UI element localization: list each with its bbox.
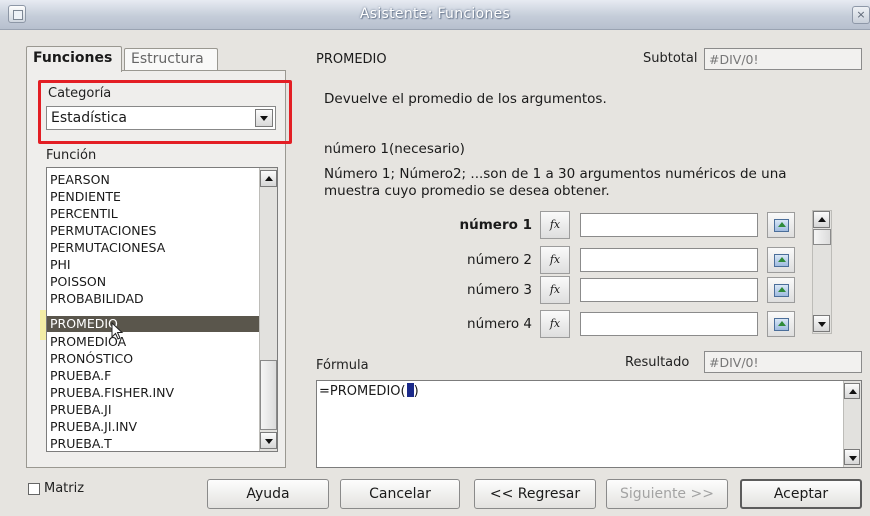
argument-description-line1: Número 1; Número2; ...son de 1 a 30 argu…	[324, 166, 787, 182]
list-item-selected[interactable]: PROMEDIO	[47, 316, 259, 332]
argument-description-line2: muestra cuyo promedio se desea obtener.	[324, 183, 610, 199]
scroll-up-icon[interactable]	[813, 211, 830, 228]
scroll-down-icon[interactable]	[260, 432, 277, 449]
fx-icon[interactable]: fx	[540, 310, 570, 338]
scroll-up-icon[interactable]	[260, 170, 277, 187]
subtotal-value: #DIV/0!	[704, 48, 862, 70]
cancel-button[interactable]: Cancelar	[340, 479, 460, 509]
argument-label-2: número 2	[467, 252, 532, 268]
accept-button[interactable]: Aceptar	[740, 479, 862, 509]
argument-title: número 1(necesario)	[324, 141, 465, 157]
list-item[interactable]: POISSON	[50, 274, 256, 290]
close-icon[interactable]: ×	[852, 6, 870, 24]
argument-input-3[interactable]	[580, 278, 758, 302]
argument-label-1: número 1	[459, 217, 532, 233]
next-button[interactable]: Siguiente >>	[606, 479, 728, 509]
scroll-down-icon[interactable]	[813, 315, 830, 332]
category-highlight-box	[38, 80, 292, 144]
function-label: Función	[46, 148, 97, 163]
tab-estructura[interactable]: Estructura	[124, 48, 218, 70]
argument-input-1[interactable]	[580, 213, 758, 237]
result-label: Resultado	[625, 355, 690, 370]
scroll-thumb[interactable]	[813, 229, 831, 245]
argument-label-3: número 3	[467, 282, 532, 298]
list-item[interactable]: PENDIENTE	[50, 189, 256, 205]
list-item[interactable]: PERMUTACIONES	[50, 223, 256, 239]
fx-icon[interactable]: fx	[540, 211, 570, 239]
scroll-down-icon[interactable]	[844, 449, 860, 465]
list-item[interactable]: PRONÓSTICO	[50, 351, 256, 367]
subtotal-label: Subtotal	[643, 51, 698, 66]
scroll-up-icon[interactable]	[844, 383, 860, 399]
list-item[interactable]: PHI	[50, 257, 256, 273]
formula-text: =PROMEDIO()	[319, 383, 419, 399]
function-description: Devuelve el promedio de los argumentos.	[324, 91, 607, 107]
result-value: #DIV/0!	[704, 351, 862, 373]
list-item[interactable]: PROBABILIDAD	[50, 291, 256, 307]
fx-icon[interactable]: fx	[540, 276, 570, 304]
help-button[interactable]: Ayuda	[207, 479, 329, 509]
back-button[interactable]: << Regresar	[474, 479, 596, 509]
argument-input-4[interactable]	[580, 312, 758, 336]
tab-funciones[interactable]: Funciones	[26, 46, 122, 72]
shrink-icon[interactable]	[767, 212, 795, 238]
list-item[interactable]: PROMEDIOA	[50, 334, 256, 350]
window-title: Asistente: Funciones	[359, 6, 511, 22]
shrink-icon[interactable]	[767, 277, 795, 303]
scroll-thumb[interactable]	[260, 360, 277, 430]
list-item[interactable]: PRUEBA.T	[50, 436, 256, 451]
list-item[interactable]: PRUEBA.JI.INV	[50, 419, 256, 435]
matrix-checkbox[interactable]	[28, 483, 40, 495]
function-listbox[interactable]: PEARSON PENDIENTE PERCENTIL PERMUTACIONE…	[46, 167, 278, 452]
function-name: PROMEDIO	[316, 52, 387, 67]
list-item[interactable]: PERCENTIL	[50, 206, 256, 222]
list-item[interactable]: PEARSON	[50, 172, 256, 188]
argument-input-2[interactable]	[580, 248, 758, 272]
argument-label-4: número 4	[467, 316, 532, 332]
shrink-icon[interactable]	[767, 247, 795, 273]
text-cursor	[406, 383, 414, 397]
fx-icon[interactable]: fx	[540, 246, 570, 274]
list-item[interactable]: PERMUTACIONESA	[50, 240, 256, 256]
formula-editor[interactable]: =PROMEDIO()	[316, 380, 862, 468]
formula-label: Fórmula	[316, 358, 369, 373]
matrix-label: Matriz	[44, 481, 85, 496]
shrink-icon[interactable]	[767, 311, 795, 337]
list-item[interactable]: PRUEBA.FISHER.INV	[50, 385, 256, 401]
mouse-cursor-icon	[111, 322, 124, 340]
list-item[interactable]: PRUEBA.F	[50, 368, 256, 384]
list-item[interactable]: PRUEBA.JI	[50, 402, 256, 418]
